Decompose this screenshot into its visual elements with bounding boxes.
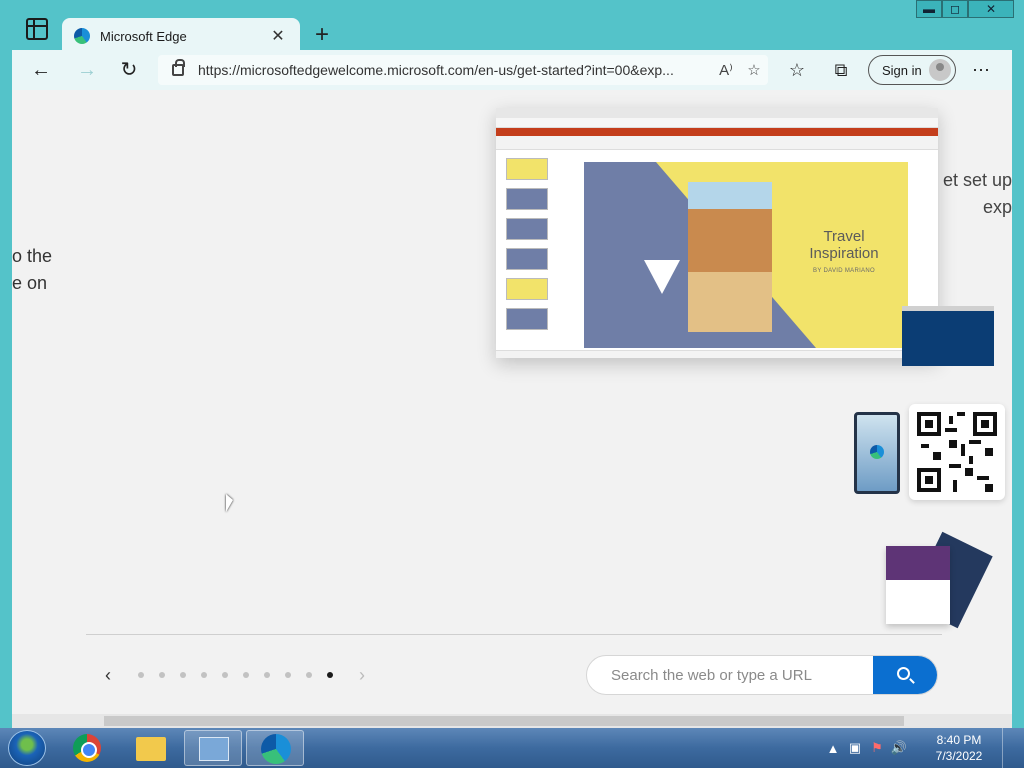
pager-dot[interactable] xyxy=(305,672,312,678)
start-button[interactable] xyxy=(8,730,46,766)
qr-code-image xyxy=(909,404,1005,500)
main-slide: Travel Inspiration BY DAVID MARIANO xyxy=(584,162,908,348)
left-text-fragment-1: o the xyxy=(12,246,53,266)
search-box xyxy=(586,655,938,695)
pager-dot[interactable] xyxy=(200,672,207,678)
taskbar-control-panel[interactable] xyxy=(184,730,242,766)
qr-code-icon xyxy=(917,412,997,492)
slide-byline: BY DAVID MARIANO xyxy=(813,268,875,274)
edge-logo-icon xyxy=(870,445,884,459)
pager-dot[interactable] xyxy=(284,672,291,678)
pager-dots xyxy=(130,672,340,678)
documents-illustration xyxy=(882,531,994,632)
taskbar-edge[interactable] xyxy=(246,730,304,766)
address-bar[interactable]: https://microsoftedgewelcome.microsoft.c… xyxy=(158,55,768,85)
right-text-fragment-2: exp xyxy=(982,197,1012,217)
lock-icon[interactable] xyxy=(172,59,185,76)
phone-illustration xyxy=(854,412,900,494)
sign-in-label: Sign in xyxy=(882,62,922,78)
taskbar: ▲ ▣ ⚑ 🔊 8:40 PM 7/3/2022 xyxy=(0,728,1024,768)
horizontal-scrollbar[interactable] xyxy=(12,714,1012,728)
mouse-cursor-icon xyxy=(226,494,233,512)
right-text-fragment-1: et set up xyxy=(942,170,1012,190)
more-options-icon[interactable]: ⋯ xyxy=(966,56,996,84)
edge-icon xyxy=(261,734,291,764)
divider xyxy=(86,634,942,635)
search-button[interactable] xyxy=(873,656,937,694)
sign-in-button[interactable]: Sign in xyxy=(868,55,956,85)
volume-icon[interactable]: 🔊 xyxy=(888,740,910,756)
search-icon xyxy=(897,667,910,680)
navigation-bar: ← → ↻ https://microsoftedgewelcome.micro… xyxy=(12,50,1012,90)
triangle-shape xyxy=(644,260,680,294)
taskbar-chrome[interactable] xyxy=(58,730,116,766)
action-center-flag-icon[interactable]: ⚑ xyxy=(866,740,888,756)
pager-dot[interactable] xyxy=(242,672,249,678)
pager-dot[interactable] xyxy=(158,672,165,678)
carousel-pager: ‹ › xyxy=(98,664,372,686)
read-aloud-icon[interactable]: A⁾ xyxy=(712,61,740,79)
forward-button[interactable]: → xyxy=(72,56,102,84)
previous-slide-button[interactable]: ‹ xyxy=(98,665,118,686)
navy-card-image xyxy=(902,306,994,366)
back-button[interactable]: ← xyxy=(26,56,56,84)
chrome-icon xyxy=(73,734,101,762)
page-content: o the e on et set up exp Travel Inspirat… xyxy=(12,90,1012,714)
edge-favicon-icon xyxy=(74,28,90,44)
browser-window: ▬ ◻ ✕ Microsoft Edge ✕ + ← → ↻ https://m… xyxy=(0,0,1024,728)
left-text-fragment-2: e on xyxy=(12,273,48,293)
search-input[interactable] xyxy=(611,656,871,694)
slide-title: Travel Inspiration xyxy=(809,228,879,262)
pager-dot[interactable] xyxy=(326,672,333,678)
slide-thumbnails xyxy=(500,158,550,338)
control-panel-icon xyxy=(199,737,229,761)
show-desktop-button[interactable] xyxy=(1002,728,1016,768)
network-icon[interactable]: ▣ xyxy=(844,740,866,756)
show-hidden-icons-icon[interactable]: ▲ xyxy=(822,741,844,756)
folder-icon xyxy=(136,737,166,761)
tab-microsoft-edge[interactable]: Microsoft Edge ✕ xyxy=(62,18,300,54)
clock-date: 7/3/2022 xyxy=(935,749,983,763)
clock-time: 8:40 PM xyxy=(936,733,982,747)
add-favorite-icon[interactable]: ☆ xyxy=(740,61,768,79)
url-text[interactable]: https://microsoftedgewelcome.microsoft.c… xyxy=(198,62,712,78)
new-tab-button[interactable]: + xyxy=(308,22,336,50)
pager-dot[interactable] xyxy=(137,672,144,678)
pager-dot[interactable] xyxy=(263,672,270,678)
tab-title: Microsoft Edge xyxy=(100,28,187,44)
powerpoint-preview-image: Travel Inspiration BY DAVID MARIANO xyxy=(496,108,938,358)
pager-dot[interactable] xyxy=(221,672,228,678)
building-photo xyxy=(688,182,772,332)
taskbar-file-explorer[interactable] xyxy=(122,730,180,766)
refresh-button[interactable]: ↻ xyxy=(114,56,144,84)
pager-dot[interactable] xyxy=(179,672,186,678)
next-slide-button[interactable]: › xyxy=(352,665,372,686)
tab-close-icon[interactable]: ✕ xyxy=(268,26,288,46)
favorites-icon[interactable]: ☆ xyxy=(782,56,812,84)
scrollbar-thumb[interactable] xyxy=(104,716,904,726)
tab-actions-icon[interactable] xyxy=(26,18,48,40)
clock[interactable]: 8:40 PM 7/3/2022 xyxy=(924,732,994,764)
avatar-icon xyxy=(929,59,951,81)
collections-icon[interactable]: ⧉ xyxy=(826,56,856,84)
system-tray: ▲ ▣ ⚑ 🔊 8:40 PM 7/3/2022 xyxy=(822,728,1016,768)
tab-strip: Microsoft Edge ✕ + xyxy=(12,10,1012,54)
